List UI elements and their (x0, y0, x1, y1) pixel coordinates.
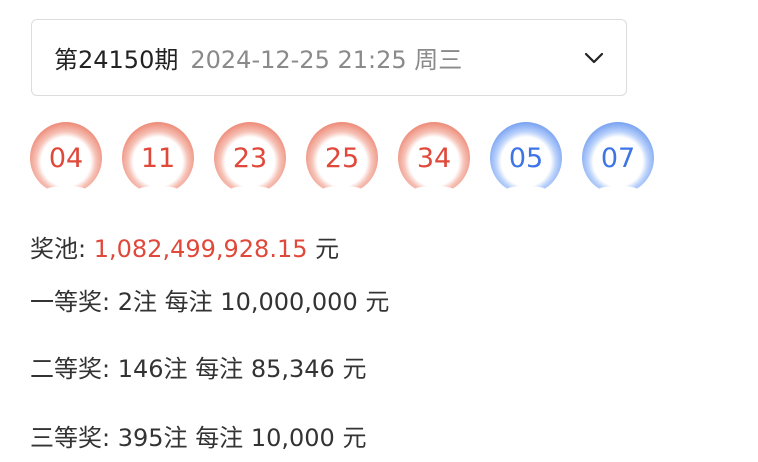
issue-dropdown[interactable]: 第24150期 2024-12-25 21:25 周三 (31, 19, 627, 96)
prize-per-label: 每注 (164, 288, 213, 316)
prize-count: 2注 (117, 288, 158, 316)
prize-unit: 元 (342, 424, 367, 452)
issue-datetime: 2024-12-25 21:25 周三 (190, 46, 463, 74)
prize-per-label: 每注 (195, 355, 244, 383)
ball-number: 05 (508, 142, 544, 174)
prize-per-label: 每注 (195, 424, 244, 452)
winning-numbers: 04 11 23 25 34 05 07 (30, 122, 674, 194)
prize-unit: 元 (342, 355, 367, 383)
prize-unit: 元 (365, 288, 390, 316)
red-ball: 25 (306, 122, 378, 194)
prize-amount: 85,346 (250, 355, 335, 383)
prize-amount: 10,000,000 (220, 288, 358, 316)
prize-level: 三等奖: (30, 424, 111, 452)
pool-label: 奖池: (30, 235, 87, 263)
ball-number: 07 (600, 142, 636, 174)
chevron-down-icon (584, 52, 604, 63)
blue-ball: 07 (582, 122, 654, 194)
red-ball: 23 (214, 122, 286, 194)
red-ball: 04 (30, 122, 102, 194)
prize-amount: 10,000 (250, 424, 335, 452)
prize-row-first: 一等奖: 2注 每注 10,000,000 元 (30, 282, 389, 317)
pool-amount: 1,082,499,928.15 (93, 235, 308, 263)
red-ball: 11 (122, 122, 194, 194)
prize-level: 二等奖: (30, 355, 111, 383)
pool-unit: 元 (315, 235, 340, 263)
prize-count: 146注 (117, 355, 188, 383)
prize-row-second: 二等奖: 146注 每注 85,346 元 (30, 349, 366, 384)
ball-number: 23 (232, 142, 268, 174)
prize-count: 395注 (117, 424, 188, 452)
ball-number: 25 (324, 142, 360, 174)
ball-number: 34 (416, 142, 452, 174)
red-ball: 34 (398, 122, 470, 194)
prize-row-third: 三等奖: 395注 每注 10,000 元 (30, 418, 366, 453)
prize-level: 一等奖: (30, 288, 111, 316)
blue-ball: 05 (490, 122, 562, 194)
prize-pool: 奖池: 1,082,499,928.15 元 (30, 229, 339, 264)
ball-number: 04 (48, 142, 84, 174)
issue-number: 第24150期 (54, 46, 179, 74)
ball-number: 11 (140, 142, 176, 174)
lottery-result-page: 第24150期 2024-12-25 21:25 周三 04 11 23 25 … (0, 0, 758, 462)
